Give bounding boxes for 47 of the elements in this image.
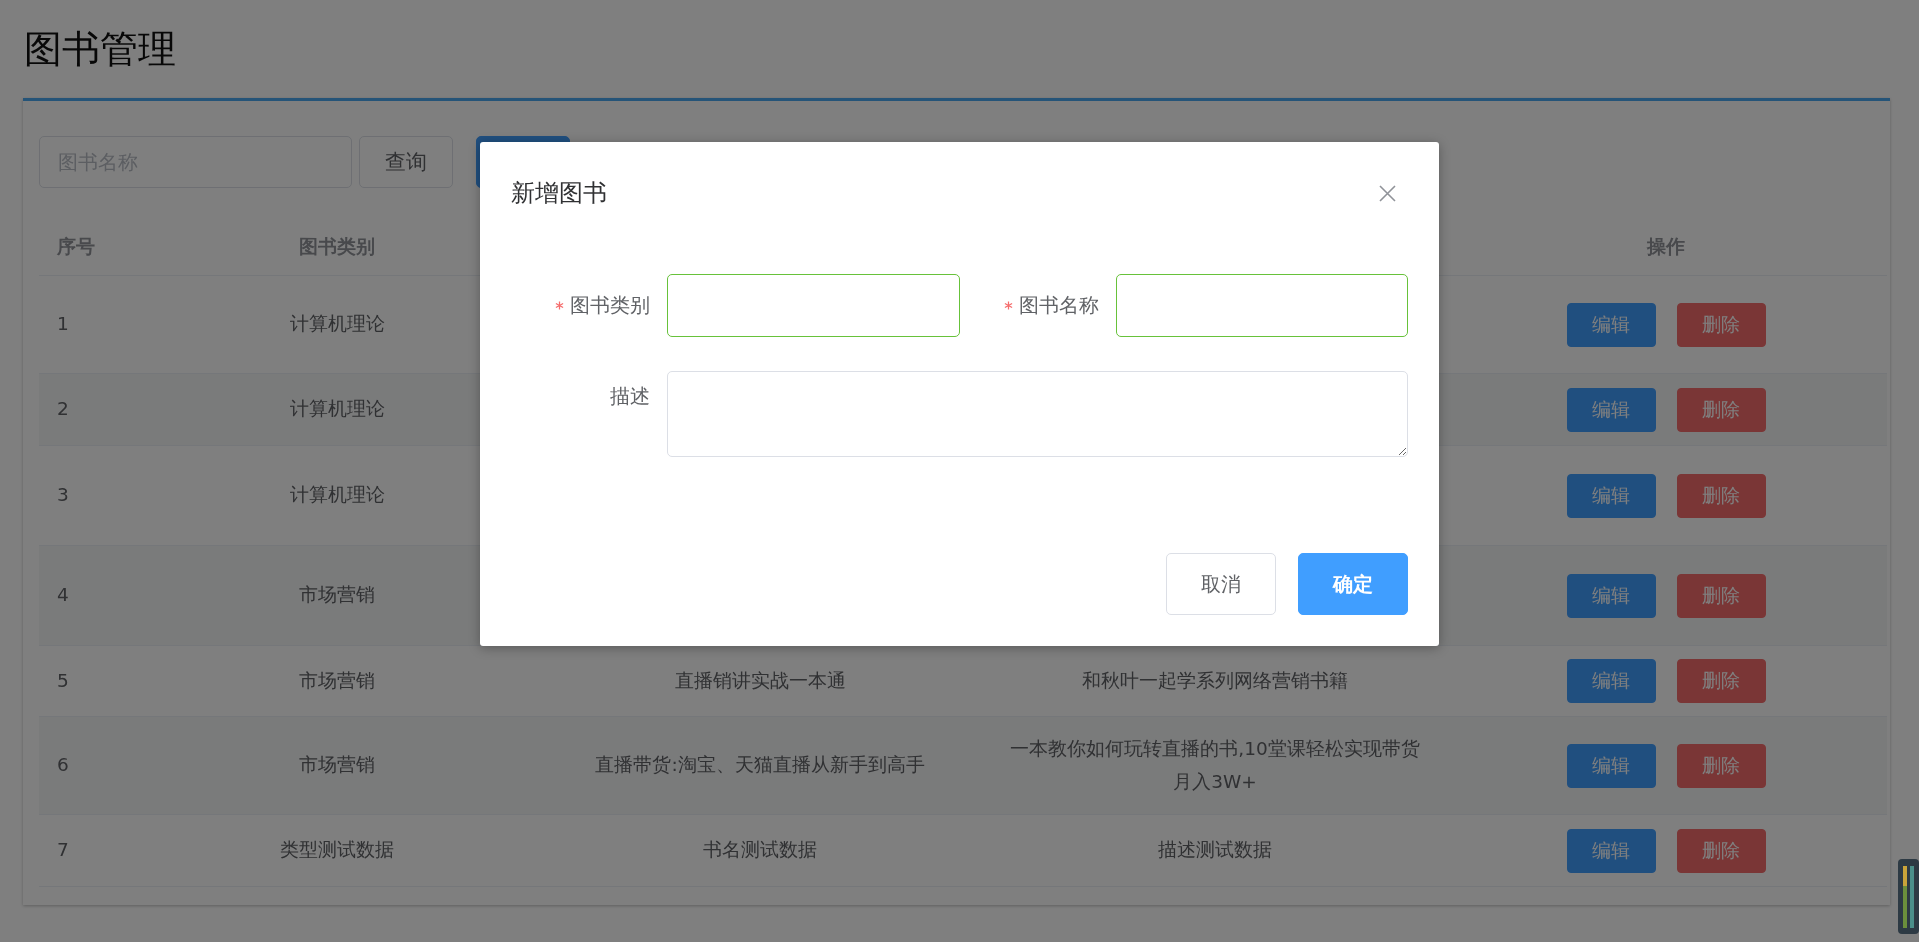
table-cell-text: 和秋叶一起学系列网络营销书籍 [1082,668,1348,693]
delete-button[interactable]: 删除 [1676,473,1766,518]
delete-button[interactable]: 删除 [1676,573,1766,618]
table-cell-text: 直播销讲实战一本通 [674,668,846,693]
table-cell-text: 7 [57,838,69,863]
delete-button[interactable]: 删除 [1676,743,1766,788]
table-cell-text: 市场营销 [299,753,375,778]
dialog-title: 新增图书 [511,178,607,209]
input-field[interactable] [1116,274,1408,337]
field-label: 图书类别 [570,292,650,319]
table-cell-text: 3 [57,483,69,508]
query-button[interactable]: 查询 [359,136,453,188]
table-cell-text: 市场营销 [299,583,375,608]
table-cell-text: 描述测试数据 [1158,838,1272,863]
page-title: 图书管理 [24,25,176,73]
edit-button[interactable]: 编辑 [1566,573,1656,618]
table-cell-text: 计算机理论 [289,312,385,337]
table-cell-text: 直播带货:淘宝、天猫直播从新手到高手 [595,753,925,778]
table-cell-text: 6 [57,753,69,778]
table-cell-text: 市场营销 [299,668,375,693]
edit-button[interactable]: 编辑 [1566,659,1656,703]
description-field[interactable] [667,371,1408,457]
delete-button[interactable]: 删除 [1676,387,1766,432]
delete-button[interactable]: 删除 [1676,302,1766,347]
edit-button[interactable]: 编辑 [1566,387,1656,432]
input-field[interactable] [667,274,960,337]
delete-button[interactable]: 删除 [1676,659,1766,703]
table-cell-text: 5 [57,668,69,693]
table-cell-text: 计算机理论 [289,397,385,422]
table-cell-text: 一本教你如何玩转直播的书,10堂课轻松实现带货月入3W+ [1009,737,1421,794]
delete-button[interactable]: 删除 [1676,828,1766,873]
cancel-button[interactable]: 取消 [1166,553,1276,615]
edit-button[interactable]: 编辑 [1566,473,1656,518]
table-cell-text: 书名测试数据 [703,838,817,863]
table-cell-text: 1 [57,312,69,337]
table-cell-text: 计算机理论 [289,483,385,508]
field-label: 图书名称 [1019,292,1099,319]
meter-icon[interactable] [1897,858,1919,935]
edit-button[interactable]: 编辑 [1566,828,1656,873]
confirm-button[interactable]: 确定 [1298,553,1408,615]
table-cell-text: 类型测试数据 [280,838,394,863]
table-cell-text: 2 [57,397,69,422]
table-cell-text: 4 [57,583,69,608]
close-icon[interactable] [1379,184,1396,202]
edit-button[interactable]: 编辑 [1566,302,1656,347]
edit-button[interactable]: 编辑 [1566,743,1656,788]
field-label: 描述 [610,383,650,410]
